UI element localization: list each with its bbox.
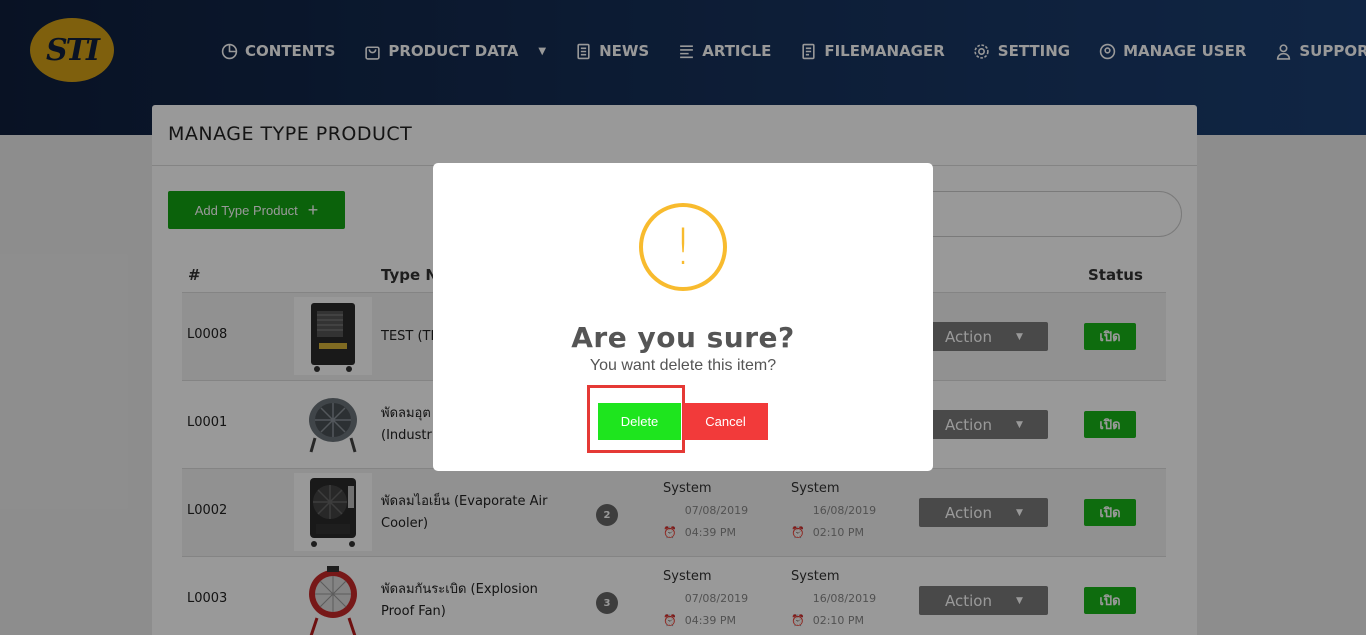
confirm-delete-dialog: ! Are you sure? You want delete this ite… — [433, 163, 933, 471]
dialog-message: You want delete this item? — [589, 357, 777, 374]
dialog-title: Are you sure? — [571, 321, 795, 354]
warning-glyph: ! — [672, 218, 694, 276]
delete-button[interactable]: Delete — [598, 403, 681, 440]
warning-icon: ! — [639, 203, 727, 291]
cancel-button[interactable]: Cancel — [683, 403, 768, 440]
